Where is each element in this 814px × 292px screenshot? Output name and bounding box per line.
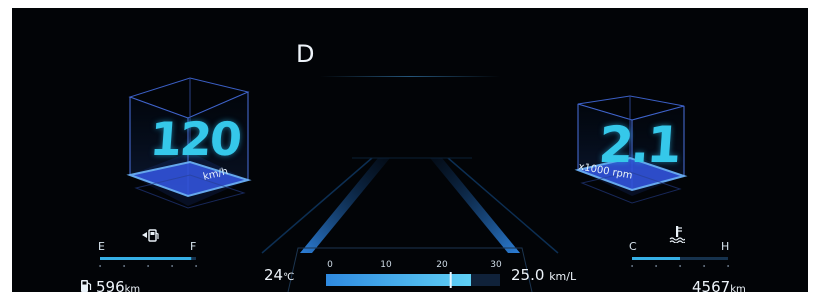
coolant-temperature-icon xyxy=(669,226,685,243)
gauge-tick xyxy=(655,265,657,267)
range-value: 596 xyxy=(96,278,125,292)
fuel-economy-bar xyxy=(287,247,533,292)
odometer-unit: km xyxy=(730,284,746,292)
outside-temperature: 24℃ xyxy=(264,266,294,284)
fuel-economy-value: 25.0 xyxy=(511,266,545,284)
gauge-tick xyxy=(171,265,173,267)
economy-tick-0: 0 xyxy=(327,260,333,270)
temp-hot-label: H xyxy=(721,240,730,253)
gauge-tick xyxy=(123,265,125,267)
road-left-lane-line xyxy=(300,158,390,253)
gauge-tick xyxy=(679,265,681,267)
coolant-temp-gauge xyxy=(631,257,729,267)
gauge-tick xyxy=(703,265,705,267)
fuel-economy: 25.0 km/L xyxy=(511,266,576,284)
speed-value: 120 xyxy=(148,112,242,166)
gauge-tick xyxy=(195,265,197,267)
outside-temp-unit: ℃ xyxy=(283,272,295,283)
fuel-full-label: F xyxy=(190,240,197,253)
gear-indicator: D xyxy=(296,40,315,68)
fuel-economy-unit: km/L xyxy=(549,270,577,283)
economy-tick-10: 10 xyxy=(380,260,392,270)
temp-gauge-fill xyxy=(632,257,680,260)
fuel-empty-label: E xyxy=(98,240,105,253)
fuel-gauge xyxy=(99,257,197,267)
fuel-pump-icon xyxy=(81,280,92,292)
outside-temp-value: 24 xyxy=(264,266,284,284)
road-graphic xyxy=(261,157,559,254)
economy-tick-30: 30 xyxy=(490,260,502,270)
gauge-tick xyxy=(631,265,633,267)
temp-cold-label: C xyxy=(629,240,637,253)
odometer-value: 4567 xyxy=(692,278,731,292)
rpm-value: 2.1 xyxy=(596,116,681,174)
economy-tick-20: 20 xyxy=(436,260,448,270)
economy-fill xyxy=(326,274,471,286)
gauge-tick xyxy=(727,265,729,267)
instrument-cluster: D 120 km/h 2.1 x1000 rpm E F C H 0 10 20… xyxy=(12,8,808,292)
gauge-tick xyxy=(99,265,101,267)
gear-underline xyxy=(320,76,500,77)
fuel-gauge-fill xyxy=(100,257,192,260)
road-right-lane-line xyxy=(430,158,520,253)
cluster-graphics xyxy=(99,77,729,292)
range-unit: km xyxy=(124,284,141,292)
odometer: 4567km xyxy=(692,278,746,292)
driving-range: 596km xyxy=(96,278,140,292)
gauge-tick xyxy=(147,265,149,267)
fuel-pump-icon xyxy=(142,229,159,242)
